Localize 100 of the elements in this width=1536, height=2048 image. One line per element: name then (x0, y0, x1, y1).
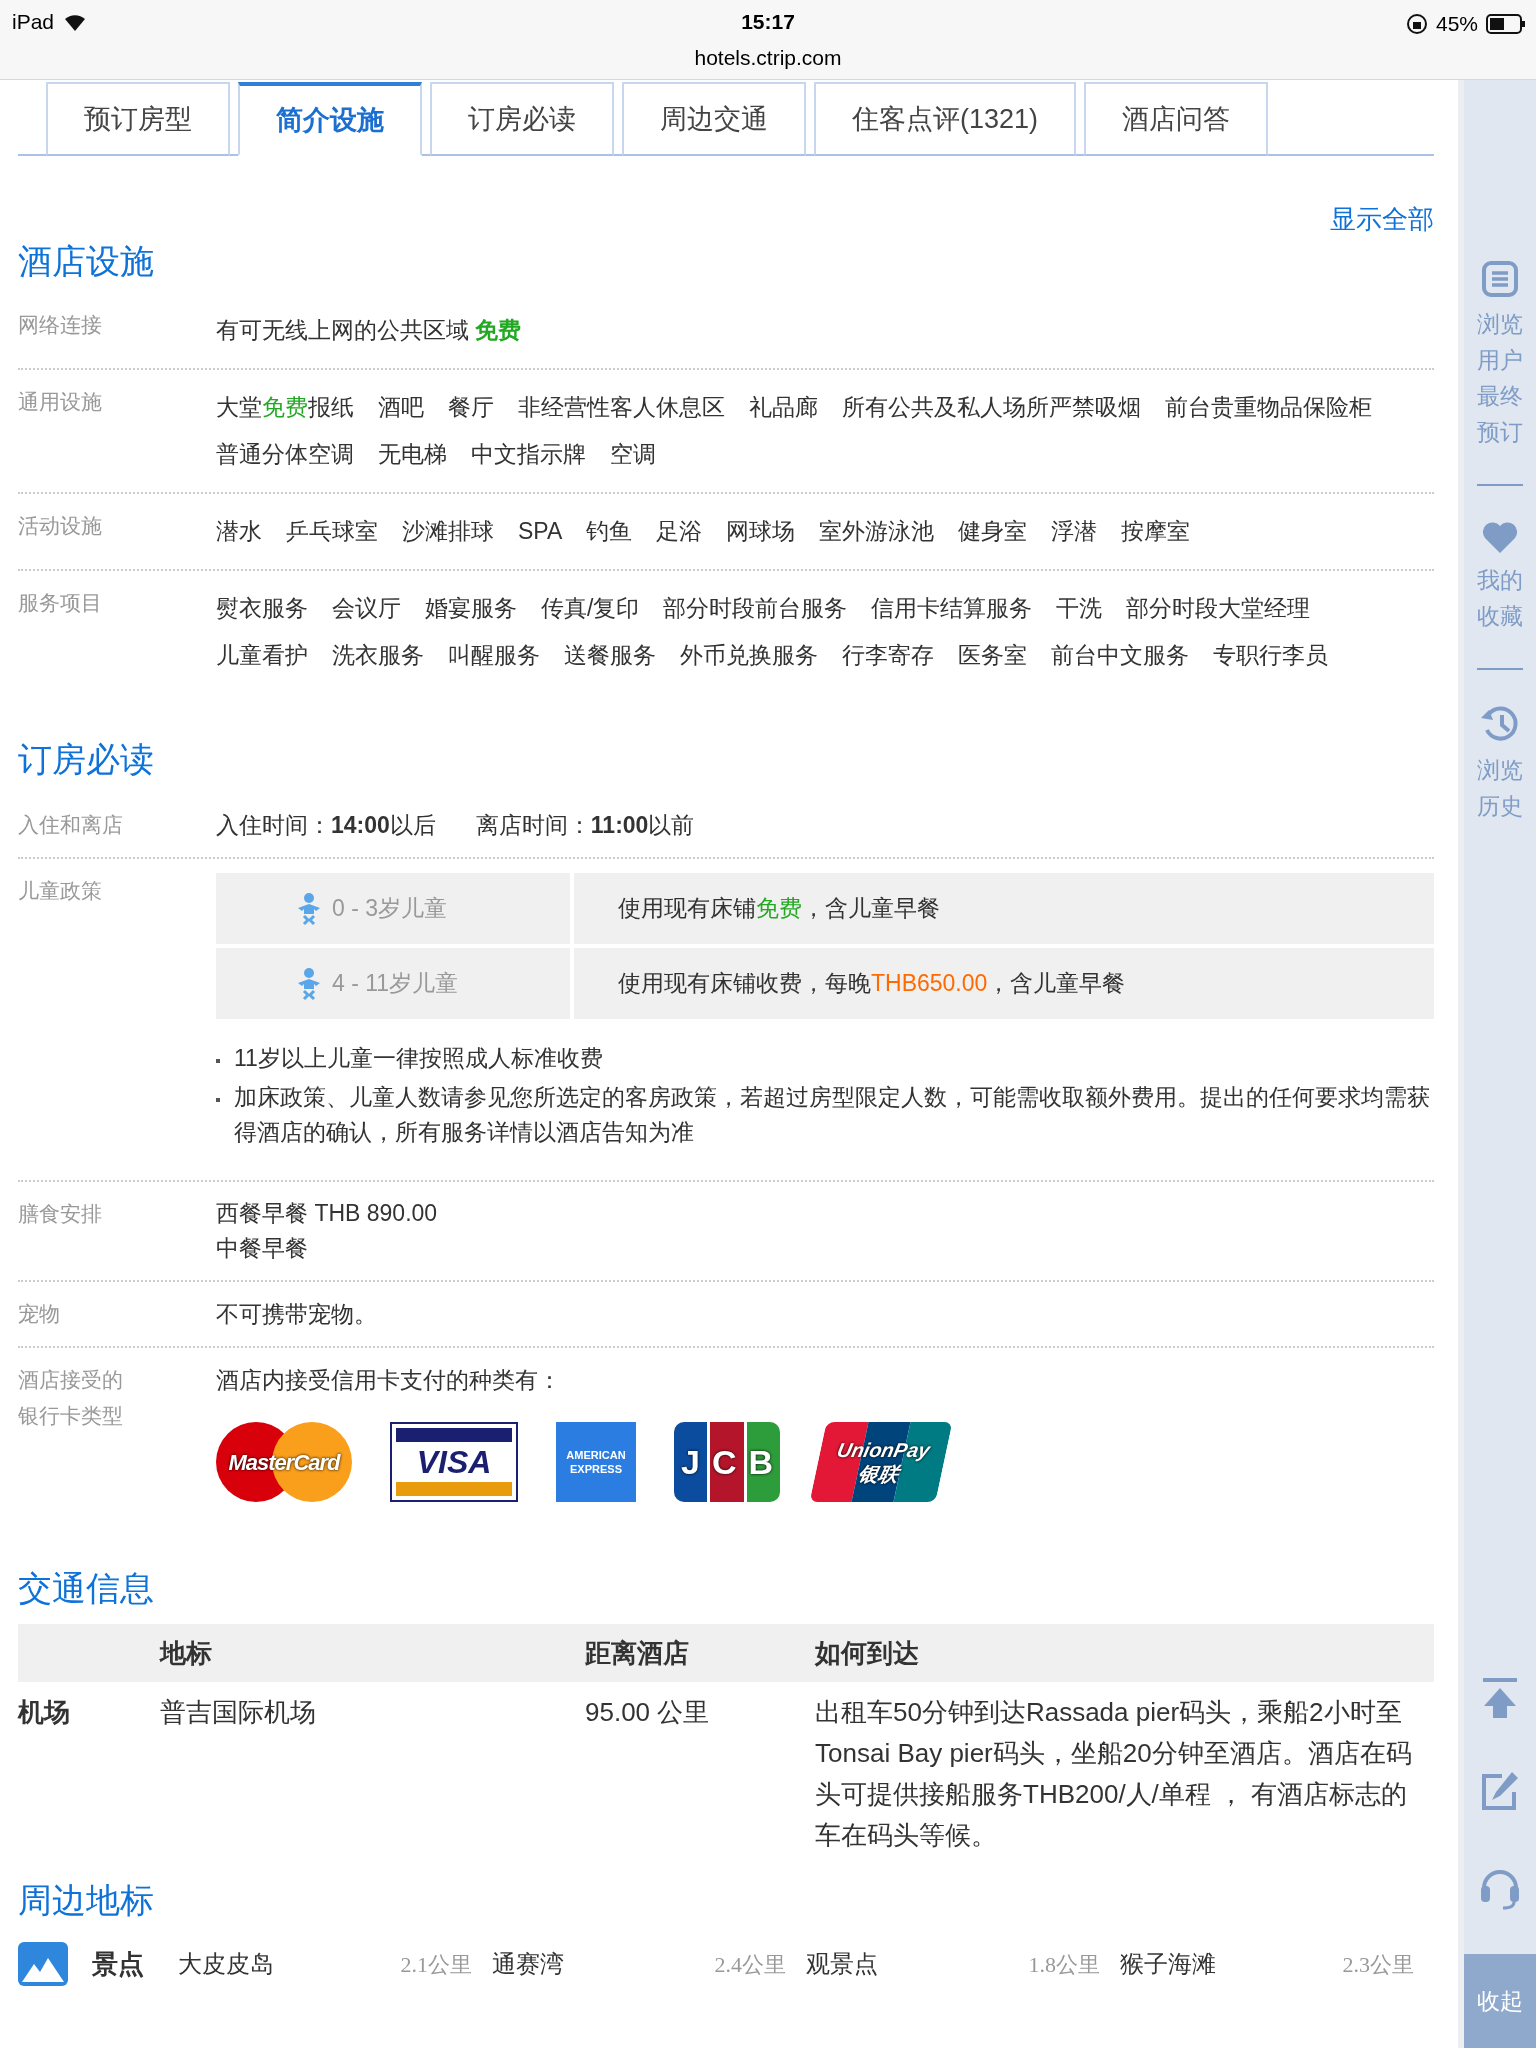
child-icon (296, 891, 322, 926)
tab[interactable]: 酒店问答 (1084, 82, 1269, 156)
age-range: 0 - 3岁儿童 (332, 894, 448, 924)
battery-icon (1486, 13, 1526, 34)
facility-item: 医务室 (958, 641, 1027, 670)
landmark-distance: 2.4公里 (714, 1950, 786, 1979)
facility-item: 网球场 (726, 517, 796, 546)
bullet-icon (216, 1059, 220, 1063)
column-header: 地标 (160, 1636, 213, 1670)
facility-item: 非经营性客人休息区 (518, 393, 725, 422)
row-label: 网络连接 (18, 312, 103, 338)
landmark-name: 观景点 (806, 1949, 878, 1979)
bullet-icon (216, 1098, 220, 1102)
facility-item: 行李寄存 (842, 641, 934, 670)
landmark-category: 景点 (92, 1947, 145, 1981)
row-label: 宠物 (18, 1301, 61, 1327)
age-range: 4 - 11岁儿童 (332, 969, 459, 999)
landmark-distance: 1.8公里 (1028, 1950, 1100, 1979)
section-title: 周边地标 (18, 1880, 155, 1921)
column-header: 距离酒店 (585, 1636, 690, 1670)
back-to-top-icon[interactable] (1481, 1678, 1519, 1720)
facility-item: 熨衣服务 (216, 594, 308, 623)
facility-item: 有可无线上网的公共区域 免费 (216, 316, 522, 345)
amex-logo: AMERICAN EXPRESS (556, 1422, 636, 1502)
facility-item: 钓鱼 (586, 517, 633, 546)
row-label: 入住和离店 (18, 812, 124, 838)
edit-icon[interactable] (1480, 1770, 1520, 1812)
cards-intro: 酒店内接受信用卡支付的种类有： (216, 1366, 562, 1395)
mountain-icon (18, 1942, 68, 1986)
landmark-distance: 2.3公里 (1342, 1950, 1414, 1979)
checkin-time: 入住时间：14:00以后 (216, 811, 436, 840)
heart-icon (1481, 520, 1519, 554)
facility-item: 空调 (610, 440, 656, 469)
facility-item: 所有公共及私人场所严禁吸烟 (842, 393, 1141, 422)
facility-item: 酒吧 (378, 393, 424, 422)
facility-item: 婚宴服务 (425, 594, 517, 623)
table-cell-text: 机场 (18, 1696, 71, 1729)
section-title: 订房必读 (18, 739, 155, 780)
facility-item: 潜水 (216, 517, 262, 546)
rotation-lock-icon (1405, 12, 1428, 35)
facility-item: 大堂免费报纸 (216, 393, 354, 422)
row-label: 服务项目 (18, 590, 103, 616)
facility-item: 礼品廊 (749, 393, 818, 422)
section-title: 酒店设施 (18, 241, 155, 282)
facility-item: 健身室 (958, 517, 1028, 546)
row-label: 酒店接受的银行卡类型 (18, 1367, 124, 1429)
table-cell-text: 普吉国际机场 (160, 1696, 317, 1729)
facility-item: 沙滩排球 (402, 517, 494, 546)
policy-note: 11岁以上儿童一律按照成人标准收费 (234, 1044, 603, 1073)
column-header: 如何到达 (815, 1636, 920, 1670)
list-icon (1481, 260, 1519, 298)
facility-item: SPA (518, 517, 563, 546)
facility-item: 室外游泳池 (819, 517, 935, 546)
clock: 15:17 (741, 9, 795, 35)
policy-text: 使用现有床铺收费，每晚THB650.00，含儿童早餐 (618, 969, 1126, 999)
policy-text: 使用现有床铺免费，含儿童早餐 (618, 894, 940, 924)
facility-item: 部分时段前台服务 (663, 594, 848, 623)
facility-item: 部分时段大堂经理 (1126, 594, 1311, 623)
tab[interactable]: 住客点评(1321) (814, 82, 1077, 156)
show-all-link[interactable]: 显示全部 (1330, 200, 1434, 239)
table-cell-text: 出租车50分钟到达Rassada pier码头，乘船2小时至Tonsai Bay pier码头，坐船20分钟至酒店。酒店在码头可提供接船服务THB200/人/单程 ， 有酒店标志的车在码头等候。 (815, 1696, 1413, 1852)
facility-item: 送餐服务 (564, 641, 656, 670)
row-label: 活动设施 (18, 513, 103, 539)
tab[interactable]: 周边交通 (622, 82, 806, 156)
visa-logo: VISA (390, 1422, 518, 1502)
facility-item: 会议厅 (332, 594, 401, 623)
table-cell-text: 95.00 公里 (585, 1696, 711, 1729)
facility-item: 前台贵重物品保险柜 (1165, 393, 1372, 422)
meal-item: 中餐早餐 (216, 1234, 309, 1263)
wifi-icon (64, 12, 87, 31)
url-text: hotels.ctrip.com (694, 45, 842, 71)
landmark-name: 大皮皮岛 (178, 1949, 274, 1979)
landmark-name: 通赛湾 (492, 1949, 564, 1979)
row-label: 儿童政策 (18, 878, 103, 904)
facility-item: 外币兑换服务 (680, 641, 818, 670)
checkout-time: 离店时间：11:00以前 (475, 811, 695, 840)
facility-item: 洗衣服务 (332, 641, 424, 670)
facility-item: 普通分体空调 (216, 440, 354, 469)
facility-item: 传真/复印 (541, 594, 640, 623)
facility-item: 足浴 (656, 517, 703, 546)
facility-item: 信用卡结算服务 (871, 594, 1033, 623)
pet-policy: 不可携带宠物。 (216, 1300, 378, 1329)
landmark-name: 猴子海滩 (1120, 1949, 1216, 1979)
facility-item: 餐厅 (448, 393, 494, 422)
facility-item: 按摩室 (1121, 517, 1191, 546)
battery-percent: 45% (1435, 11, 1478, 37)
facility-item: 无电梯 (378, 440, 447, 469)
facility-item: 前台中文服务 (1051, 641, 1189, 670)
row-label: 通用设施 (18, 389, 103, 415)
facility-item: 中文指示牌 (471, 440, 586, 469)
facility-item: 叫醒服务 (448, 641, 540, 670)
tab[interactable]: 简介设施 (238, 82, 422, 156)
tab[interactable]: 订房必读 (430, 82, 614, 156)
facility-item: 专职行李员 (1213, 641, 1328, 670)
policy-note: 加床政策、儿童人数请参见您所选定的客房政策，若超过房型限定人数，可能需收取额外费用。提出的任何要求均需获得酒店的确认，所有服务详情以酒店告知为准 (234, 1083, 1431, 1147)
child-icon (296, 966, 322, 1001)
meal-item: 西餐早餐 THB 890.00 (216, 1199, 439, 1228)
tab[interactable]: 预订房型 (46, 82, 230, 156)
facility-item: 浮潜 (1051, 517, 1098, 546)
facility-item: 儿童看护 (216, 641, 308, 670)
